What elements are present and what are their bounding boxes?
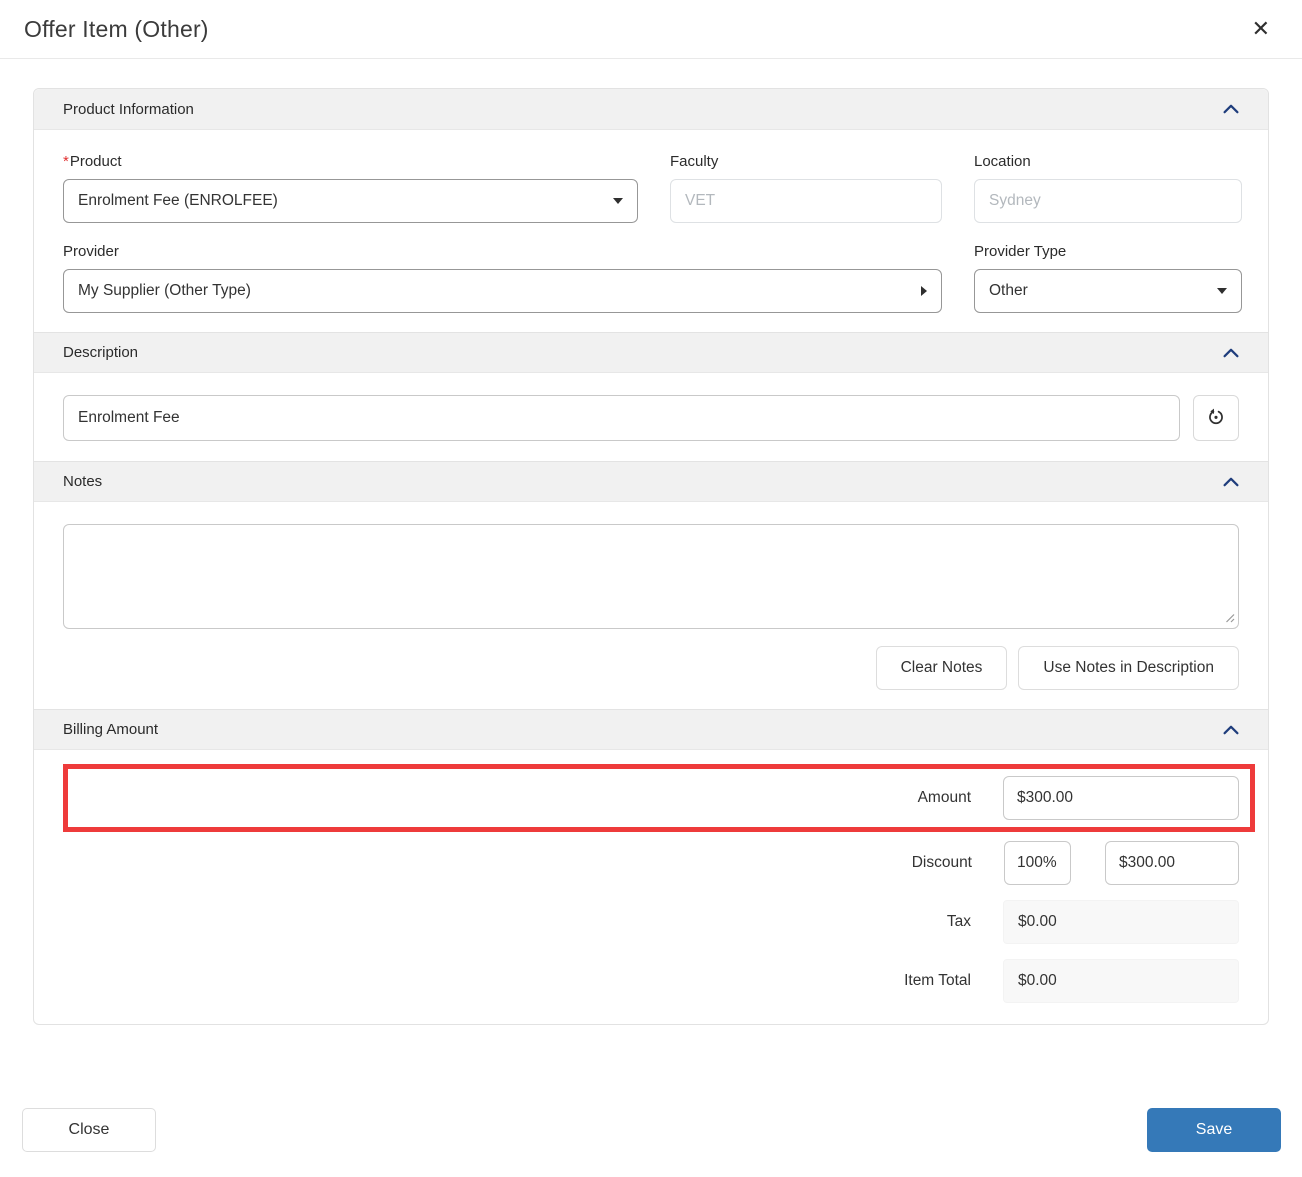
offer-item-form: Product Information *Product Enrolment F… <box>33 88 1269 1025</box>
description-body <box>34 372 1268 461</box>
amount-row-highlight-annotation: Amount <box>63 764 1255 832</box>
clear-notes-button[interactable]: Clear Notes <box>876 646 1008 690</box>
provider-select-value: My Supplier (Other Type) <box>78 282 251 300</box>
modal-header: Offer Item (Other) ✕ <box>0 0 1302 59</box>
location-field-group: Location Sydney <box>974 153 1242 223</box>
save-button[interactable]: Save <box>1147 1108 1281 1152</box>
section-header-product-information[interactable]: Product Information <box>34 89 1268 129</box>
section-header-notes[interactable]: Notes <box>34 461 1268 501</box>
tax-value: $0.00 <box>1018 913 1057 931</box>
location-field: Sydney <box>974 179 1242 223</box>
faculty-field-group: Faculty VET <box>670 153 942 223</box>
section-header-billing-amount[interactable]: Billing Amount <box>34 709 1268 749</box>
billing-amount-body: Amount Discount Tax $0.00 Item Total $0.… <box>34 749 1268 1024</box>
provider-field-group: Provider My Supplier (Other Type) <box>63 243 942 313</box>
chevron-right-icon <box>921 286 927 296</box>
resize-handle-icon[interactable] <box>1224 610 1235 628</box>
chevron-up-icon[interactable] <box>1220 342 1242 364</box>
section-product-information: Product Information *Product Enrolment F… <box>34 89 1268 332</box>
close-button[interactable]: Close <box>22 1108 156 1152</box>
section-title: Billing Amount <box>63 721 158 738</box>
chevron-up-icon[interactable] <box>1220 719 1242 741</box>
modal-footer: Close Save <box>22 1108 1281 1152</box>
item-total-value: $0.00 <box>1018 972 1057 990</box>
product-information-body: *Product Enrolment Fee (ENROLFEE) Facult… <box>34 129 1268 332</box>
product-field-group: *Product Enrolment Fee (ENROLFEE) <box>63 153 638 223</box>
discount-amount-input[interactable] <box>1105 841 1239 885</box>
tax-label: Tax <box>947 913 971 931</box>
provider-type-field-group: Provider Type Other <box>974 243 1242 313</box>
provider-type-select[interactable]: Other <box>974 269 1242 313</box>
faculty-field: VET <box>670 179 942 223</box>
discount-percent-input[interactable] <box>1004 841 1071 885</box>
provider-select[interactable]: My Supplier (Other Type) <box>63 269 942 313</box>
provider-label: Provider <box>63 243 942 260</box>
tax-value-field: $0.00 <box>1003 900 1239 944</box>
product-select-value: Enrolment Fee (ENROLFEE) <box>78 192 278 210</box>
amount-input[interactable] <box>1003 776 1239 820</box>
notes-body: Clear Notes Use Notes in Description <box>34 501 1268 709</box>
faculty-value: VET <box>685 192 715 210</box>
location-label: Location <box>974 153 1242 170</box>
modal-title: Offer Item (Other) <box>24 16 209 43</box>
provider-type-select-value: Other <box>989 282 1028 300</box>
product-select[interactable]: Enrolment Fee (ENROLFEE) <box>63 179 638 223</box>
description-input[interactable] <box>63 395 1180 441</box>
faculty-label: Faculty <box>670 153 942 170</box>
item-total-value-field: $0.00 <box>1003 959 1239 1003</box>
history-restore-icon <box>1205 406 1227 431</box>
amount-label: Amount <box>918 789 971 807</box>
notes-textarea[interactable] <box>63 524 1239 629</box>
chevron-down-icon <box>1217 288 1227 294</box>
use-notes-in-description-button[interactable]: Use Notes in Description <box>1018 646 1239 690</box>
section-title: Description <box>63 344 138 361</box>
section-notes: Notes Clear Notes Use Notes in Descripti… <box>34 461 1268 709</box>
tax-row: Tax $0.00 <box>63 900 1239 944</box>
chevron-up-icon[interactable] <box>1220 98 1242 120</box>
section-title: Notes <box>63 473 102 490</box>
section-title: Product Information <box>63 101 194 118</box>
section-header-description[interactable]: Description <box>34 332 1268 372</box>
restore-description-button[interactable] <box>1193 395 1239 441</box>
required-marker: * <box>63 153 69 170</box>
product-label: *Product <box>63 153 638 170</box>
location-value: Sydney <box>989 192 1041 210</box>
discount-label: Discount <box>912 854 972 872</box>
provider-type-label: Provider Type <box>974 243 1242 260</box>
chevron-down-icon <box>613 198 623 204</box>
item-total-row: Item Total $0.00 <box>63 959 1239 1003</box>
section-description: Description <box>34 332 1268 461</box>
section-billing-amount: Billing Amount Amount Discount Tax $0.00 <box>34 709 1268 1024</box>
chevron-up-icon[interactable] <box>1220 471 1242 493</box>
item-total-label: Item Total <box>904 972 971 990</box>
close-icon[interactable]: ✕ <box>1244 14 1278 44</box>
discount-row: Discount <box>63 841 1239 885</box>
